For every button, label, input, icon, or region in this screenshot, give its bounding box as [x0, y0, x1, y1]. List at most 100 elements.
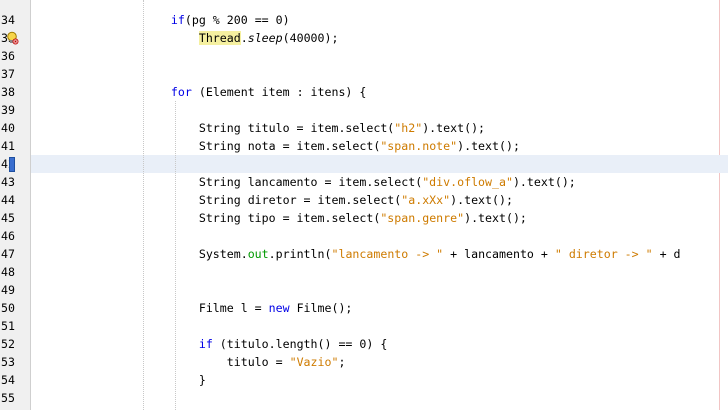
code-token: "a.xXx" [401, 193, 451, 207]
code-token: if [198, 337, 213, 351]
line-number: 34 [1, 13, 15, 27]
code-line[interactable] [31, 227, 728, 245]
code-token: (pg % 200 == 0) [184, 13, 290, 27]
code-token: System. [143, 247, 248, 261]
code-token: ; [338, 355, 346, 369]
line-number: 52 [1, 337, 15, 351]
code-token: String titulo = item.select( [143, 121, 395, 135]
code-line[interactable]: if(pg % 200 == 0) [31, 11, 728, 29]
code-token: String tipo = item.select( [143, 211, 381, 225]
code-token: (Element item : itens) { [191, 85, 367, 99]
code-text: String diretor = item.select("a.xXx").te… [143, 191, 513, 209]
code-text: String lancamento = item.select("div.ofl… [143, 173, 576, 191]
line-number: 44 [1, 193, 15, 207]
code-text: String nota = item.select("span.note").t… [143, 137, 520, 155]
code-token: String diretor = item.select( [143, 193, 402, 207]
current-line-marker [9, 157, 15, 172]
code-token: ).text(); [457, 139, 520, 153]
code-token: + lancamento + [443, 247, 555, 261]
indent-guide [175, 101, 176, 410]
code-token: Thread [198, 31, 241, 45]
code-text: if (titulo.length() == 0) { [143, 335, 387, 353]
code-line[interactable] [31, 47, 728, 65]
code-line[interactable]: String nota = item.select("span.note").t… [31, 137, 728, 155]
code-line[interactable] [31, 317, 728, 335]
code-text: System.out.println("lancamento -> " + la… [143, 245, 681, 263]
code-token: "h2" [394, 121, 423, 135]
code-text: String titulo = item.select("h2").text()… [143, 119, 485, 137]
code-token: out [247, 247, 269, 261]
line-number: 38 [1, 85, 15, 99]
code-token: . [240, 31, 248, 45]
line-number: 41 [1, 139, 15, 153]
code-line[interactable]: Thread.sleep(40000); [31, 29, 728, 47]
code-line[interactable]: String diretor = item.select("a.xXx").te… [31, 191, 728, 209]
code-text: titulo = "Vazio"; [143, 353, 346, 371]
code-token: titulo = [143, 355, 290, 369]
code-line[interactable] [31, 389, 728, 407]
code-token: ).text(); [422, 121, 486, 135]
lightbulb-hint-icon[interactable] [5, 31, 19, 45]
line-number: 42 [1, 157, 15, 171]
code-token: ).text(); [512, 175, 576, 189]
code-line[interactable] [31, 65, 728, 83]
code-token: ).text(); [450, 193, 513, 207]
code-text: Thread.sleep(40000); [143, 29, 338, 47]
line-number: 45 [1, 211, 15, 225]
code-line[interactable]: String titulo = item.select("h2").text()… [31, 119, 728, 137]
code-text: if(pg % 200 == 0) [143, 11, 290, 29]
code-token: (40000); [282, 31, 339, 45]
code-token: "span.genre" [380, 211, 465, 225]
code-token: ).text(); [464, 211, 527, 225]
code-token: "div.oflow_a" [422, 175, 513, 189]
code-token: "span.note" [380, 139, 458, 153]
code-token: sleep [247, 31, 283, 45]
code-editor[interactable]: if(pg % 200 == 0) Thread.sleep(40000); f… [31, 0, 728, 410]
line-number: 36 [1, 49, 15, 63]
code-text: String tipo = item.select("span.genre").… [143, 209, 527, 227]
code-token: (titulo.length() == 0) { [212, 337, 388, 351]
code-token: "Vazio" [289, 355, 339, 369]
code-line[interactable]: titulo = "Vazio"; [31, 353, 728, 371]
code-line[interactable]: } [31, 371, 728, 389]
line-number: 37 [1, 67, 15, 81]
line-number: 48 [1, 265, 15, 279]
code-line[interactable] [31, 281, 728, 299]
line-number: 46 [1, 229, 15, 243]
line-number: 40 [1, 121, 15, 135]
line-number: 43 [1, 175, 15, 189]
code-line[interactable] [31, 263, 728, 281]
current-code-line[interactable] [31, 155, 728, 173]
code-token: Filme l = [143, 301, 269, 315]
code-token: for [170, 85, 192, 99]
code-token: String nota = item.select( [143, 139, 381, 153]
code-line[interactable]: for (Element item : itens) { [31, 83, 728, 101]
line-number: 55 [1, 391, 15, 405]
line-number: 50 [1, 301, 15, 315]
code-token: " diretor -> " [554, 247, 653, 261]
code-line[interactable]: System.out.println("lancamento -> " + la… [31, 245, 728, 263]
line-number: 39 [1, 103, 15, 117]
code-line[interactable]: String lancamento = item.select("div.ofl… [31, 173, 728, 191]
line-number: 47 [1, 247, 15, 261]
code-line[interactable] [31, 101, 728, 119]
code-line[interactable]: Filme l = new Filme(); [31, 299, 728, 317]
line-number-gutter[interactable]: 3435363738394041424344454647484950515253… [0, 0, 30, 410]
code-token: if [170, 13, 185, 27]
code-token: String lancamento = item.select( [143, 175, 423, 189]
code-token: new [268, 301, 290, 315]
line-number: 49 [1, 283, 15, 297]
line-number: 54 [1, 373, 15, 387]
line-number: 51 [1, 319, 15, 333]
code-line[interactable]: if (titulo.length() == 0) { [31, 335, 728, 353]
code-line[interactable]: String tipo = item.select("span.genre").… [31, 209, 728, 227]
code-token: "lancamento -> " [331, 247, 444, 261]
code-token: Filme(); [289, 301, 353, 315]
code-token: + d [652, 247, 681, 261]
indent-guide [143, 0, 144, 410]
line-number: 53 [1, 355, 15, 369]
